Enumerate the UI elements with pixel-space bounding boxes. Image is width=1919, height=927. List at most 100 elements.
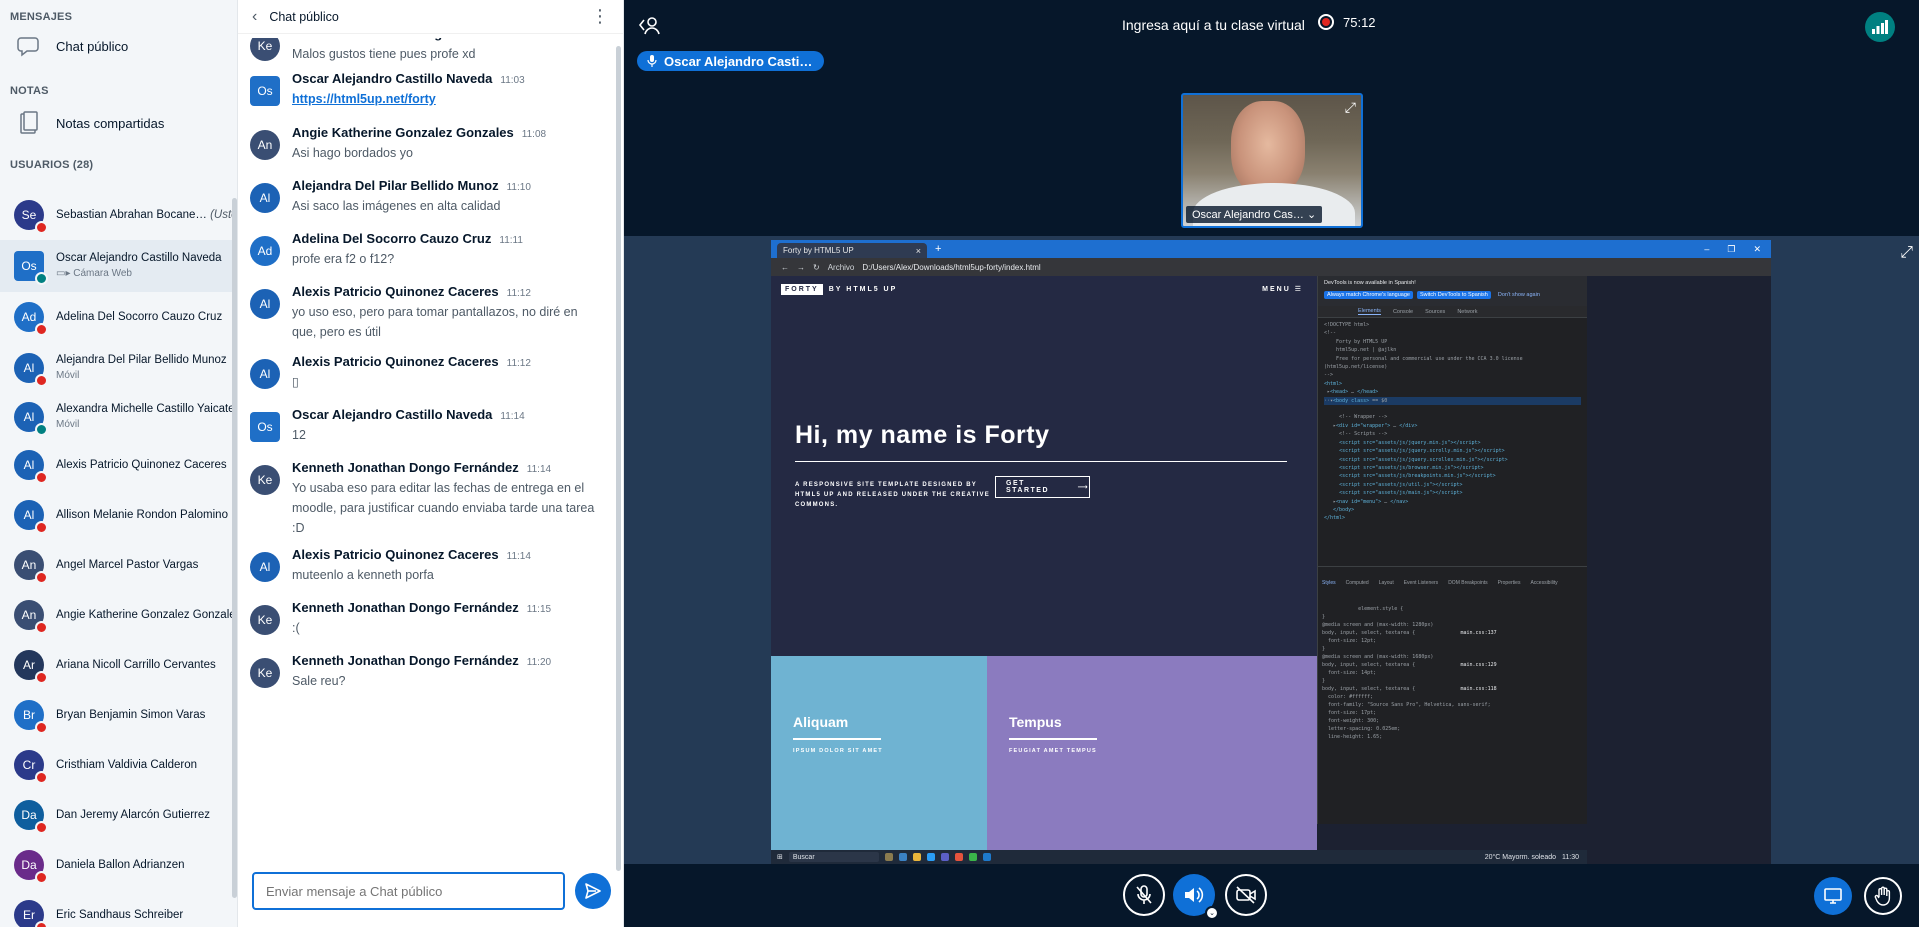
user-list-item[interactable]: Al Alexandra Michelle Castillo Yaicate Mó…: [0, 394, 236, 440]
app-icon[interactable]: [884, 853, 893, 861]
devtools-btn-dismiss[interactable]: Don't show again: [1495, 291, 1543, 299]
chat-scrollbar[interactable]: [616, 46, 621, 871]
avatar-initials: Br: [23, 708, 35, 722]
user-list-item[interactable]: Os Oscar Alejandro Castillo Naveda ▭▸ Cám…: [0, 240, 236, 292]
user-list-item[interactable]: Al Alejandra Del Pilar Bellido Munoz Móvi…: [0, 342, 236, 394]
message-text: muteenlo a kenneth porfa: [292, 565, 601, 585]
chat-message: Ad Adelina Del Socorro Cauzo Cruz 11:11 pro…: [238, 231, 613, 284]
vscode-icon[interactable]: [982, 853, 991, 861]
chat-message-input[interactable]: [252, 872, 566, 910]
fullscreen-icon[interactable]: ⤢: [1345, 99, 1356, 116]
browser-addressbar: ← → ↻ Archivo D:/Users/Alex/Downloads/ht…: [771, 258, 1771, 276]
site-menu[interactable]: MENU ☰: [1262, 285, 1303, 293]
styles-tab[interactable]: Event Listeners: [1404, 579, 1438, 587]
message-sender: Alexis Patricio Quinonez Caceres 11:14: [292, 547, 601, 562]
site-logo[interactable]: FORTY BY HTML5 UP: [781, 284, 897, 295]
chat-title[interactable]: Chat público: [269, 10, 591, 24]
message-link[interactable]: https://html5up.net/forty: [292, 92, 436, 106]
message-text-content: Asi saco las imágenes en alta calidad: [292, 199, 501, 213]
avatar-initials: Al: [23, 508, 35, 522]
user-list-item[interactable]: Da Daniela Ballon Adrianzen: [0, 840, 236, 890]
message-time: 11:20: [526, 657, 552, 668]
raise-hand-button[interactable]: [1864, 877, 1902, 915]
mute-button[interactable]: [1123, 874, 1165, 916]
devtools-tab[interactable]: Elements: [1358, 308, 1381, 315]
fullscreen-screenshare-icon[interactable]: ⤢: [1900, 244, 1913, 262]
user-list-item[interactable]: An Angel Marcel Pastor Vargas: [0, 540, 236, 590]
connection-status-button[interactable]: [1865, 12, 1895, 42]
toggle-userlist-button[interactable]: [638, 14, 660, 41]
styles-tab[interactable]: Computed: [1346, 579, 1369, 587]
more-options-icon[interactable]: ⋮: [591, 6, 609, 27]
recording-indicator[interactable]: 75:12: [1318, 14, 1376, 30]
message-sender-name: Kenneth Jonathan Dongo Fernández: [292, 600, 519, 615]
chevron-left-icon[interactable]: ‹: [252, 8, 257, 26]
devtools-tabs: Elements Console Sources Network: [1318, 306, 1587, 318]
taskbar-weather[interactable]: 20°C Mayorm. soleado: [1485, 854, 1556, 861]
shared-notes-item[interactable]: Notas compartidas: [0, 102, 237, 144]
new-tab-icon[interactable]: +: [935, 243, 941, 255]
folder-icon[interactable]: [912, 853, 921, 861]
message-text: https://html5up.net/forty: [292, 89, 601, 109]
get-started-button[interactable]: GET STARTED ⟶: [995, 476, 1090, 498]
devtools-btn-switch[interactable]: Switch DevTools to Spanish: [1416, 291, 1491, 299]
send-button[interactable]: [575, 873, 611, 909]
app-icon[interactable]: [898, 853, 907, 861]
minimize-icon[interactable]: –: [1704, 244, 1709, 255]
devtools-tab[interactable]: Console: [1393, 309, 1413, 315]
nav-forward-icon[interactable]: →: [797, 263, 805, 272]
avatar-initials: Al: [23, 458, 35, 472]
maximize-icon[interactable]: ❐: [1727, 244, 1735, 255]
user-list-item[interactable]: Ad Adelina Del Socorro Cauzo Cruz: [0, 292, 236, 342]
audio-button[interactable]: ⌄: [1173, 874, 1219, 920]
styles-tab[interactable]: Styles: [1322, 579, 1336, 587]
tile-aliquam[interactable]: Aliquam IPSUM DOLOR SIT AMET: [771, 656, 987, 864]
styles-tab[interactable]: Layout: [1379, 579, 1394, 587]
styles-tab[interactable]: DOM Breakpoints: [1448, 579, 1487, 587]
reload-icon[interactable]: ↻: [813, 263, 820, 272]
user-name-text: Alexandra Michelle Castillo Yaicate: [56, 403, 235, 415]
edge-icon[interactable]: [926, 853, 935, 861]
brave-icon[interactable]: [954, 853, 963, 861]
users-scrollbar[interactable]: [232, 198, 237, 898]
public-chat-item[interactable]: Chat público: [0, 28, 237, 64]
user-list-item[interactable]: Al Allison Melanie Rondon Palomino: [0, 490, 236, 540]
user-list-item[interactable]: Er Eric Sandhaus Schreiber: [0, 890, 236, 927]
user-list-item[interactable]: Cr Cristhiam Valdivia Calderon: [0, 740, 236, 790]
user-list-item[interactable]: Al Alexis Patricio Quinonez Caceres: [0, 440, 236, 490]
taskbar-clock[interactable]: 11:30: [1562, 854, 1579, 861]
avatar-initials: Se: [21, 208, 37, 222]
devtools-tab[interactable]: Network: [1457, 309, 1477, 315]
talking-indicator[interactable]: Oscar Alejandro Casti…: [637, 51, 825, 71]
tile-tempus[interactable]: Tempus FEUGIAT AMET TEMPUS: [987, 656, 1317, 864]
user-name-text: Daniela Ballon Adrianzen: [56, 858, 185, 871]
user-list-item[interactable]: Se Sebastian Abrahan Bocane… (Usted): [0, 190, 237, 240]
chat-message: Al Alejandra Del Pilar Bellido Munoz 11:10…: [238, 178, 613, 231]
user-status-text: Móvil: [56, 370, 80, 381]
styles-tab[interactable]: Properties: [1498, 579, 1521, 587]
browser-tab[interactable]: Forty by HTML5 UP ×: [777, 243, 927, 258]
devtools-btn-match[interactable]: Always match Chrome's language: [1324, 291, 1413, 299]
user-list-item[interactable]: An Angie Katherine Gonzalez Gonzales: [0, 590, 237, 640]
chevron-down-icon[interactable]: ⌄: [1205, 906, 1219, 920]
teams-icon[interactable]: [940, 853, 949, 861]
camera-off-icon: [1236, 886, 1256, 904]
user-list-item[interactable]: Br Bryan Benjamin Simon Varas: [0, 690, 236, 740]
chrome-icon[interactable]: [968, 853, 977, 861]
styles-tab[interactable]: Accessibility: [1530, 579, 1557, 587]
close-window-icon[interactable]: ✕: [1753, 244, 1761, 255]
presentation-button[interactable]: [1814, 877, 1852, 915]
windows-start-icon[interactable]: ⊞: [777, 853, 783, 861]
nav-back-icon[interactable]: ←: [781, 263, 789, 272]
user-list-item[interactable]: Da Dan Jeremy Alarcón Gutierrez: [0, 790, 236, 840]
close-tab-icon[interactable]: ×: [916, 246, 921, 256]
webcam-video[interactable]: ⤢ Oscar Alejandro Cas… ⌄: [1181, 93, 1363, 228]
taskbar-search[interactable]: Buscar: [788, 852, 879, 862]
avatar: An: [14, 550, 48, 584]
message-body: Oscar Alejandro Castillo Naveda 11:03 http…: [292, 71, 601, 125]
hero-divider: [795, 461, 1287, 462]
camera-button[interactable]: [1225, 874, 1267, 916]
address-url[interactable]: D:/Users/Alex/Downloads/html5up-forty/in…: [862, 263, 1040, 272]
user-list-item[interactable]: Ar Ariana Nicoll Carrillo Cervantes: [0, 640, 236, 690]
devtools-tab[interactable]: Sources: [1425, 309, 1445, 315]
